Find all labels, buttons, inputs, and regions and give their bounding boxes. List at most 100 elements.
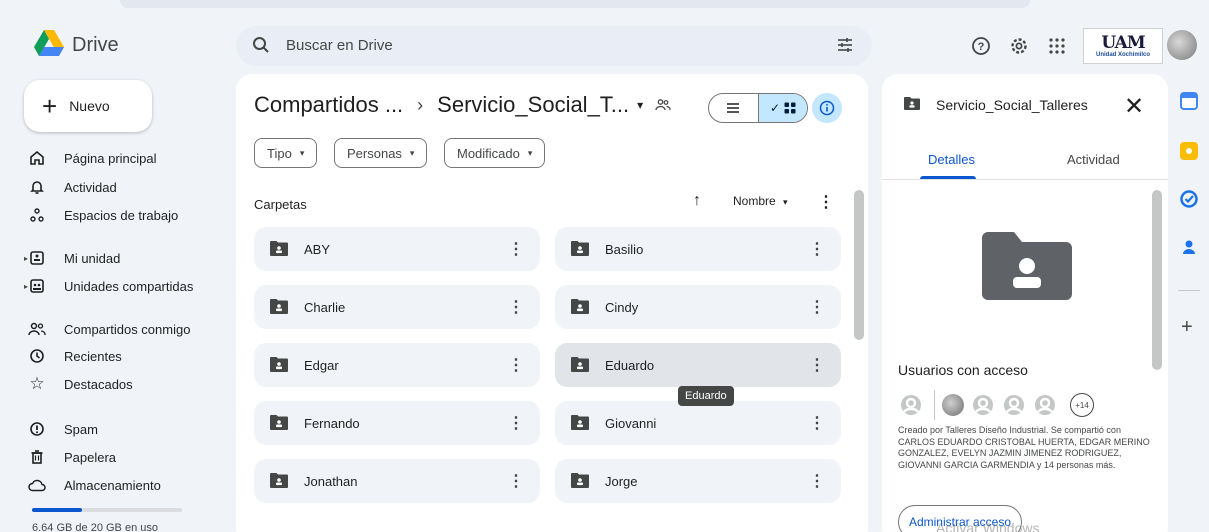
more-options-icon[interactable]: ⋮ [809, 297, 825, 317]
more-options-icon[interactable]: ⋮ [809, 413, 825, 433]
sidebar-item-my-drive[interactable]: Mi unidad [24, 244, 224, 272]
more-users-badge[interactable]: +14 [1070, 393, 1094, 417]
apps-grid-icon[interactable] [1045, 34, 1069, 58]
organization-logo[interactable]: UAM Unidad Xochimilco [1083, 28, 1163, 64]
shared-folder-icon [571, 414, 589, 433]
shared-folder-icon [571, 356, 589, 375]
sidebar-item-shared-with-me[interactable]: Compartidos conmigo [24, 315, 224, 343]
filter-modified-chip[interactable]: Modificado ▾ [444, 138, 546, 168]
more-options-icon[interactable]: ⋮ [508, 355, 524, 375]
folder-card[interactable]: Cindy ⋮ [555, 285, 841, 329]
calendar-icon[interactable] [1180, 92, 1198, 110]
sidebar-item-storage[interactable]: Almacenamiento [24, 471, 224, 499]
folder-name: Charlie [304, 299, 346, 315]
sidebar-item-label: Destacados [64, 376, 133, 392]
dropdown-caret-icon[interactable]: ▾ [637, 98, 643, 112]
new-button[interactable]: + Nuevo [24, 80, 152, 132]
search-input[interactable]: Buscar en Drive [286, 37, 393, 54]
more-options-icon[interactable]: ⋮ [809, 239, 825, 259]
sort-direction-arrow-icon[interactable]: ↑ [693, 192, 701, 210]
view-toggle[interactable]: ✓ [708, 93, 808, 123]
folder-card[interactable]: Jorge ⋮ [555, 459, 841, 503]
sidebar-item-trash[interactable]: Papelera [24, 443, 224, 471]
folder-card[interactable]: Fernando ⋮ [254, 401, 540, 445]
user-avatar[interactable] [942, 394, 964, 416]
filter-type-chip[interactable]: Tipo ▾ [254, 138, 318, 168]
settings-gear-icon[interactable] [1007, 34, 1031, 58]
sharing-description: Creado por Talleres Diseño Industrial. S… [898, 425, 1150, 470]
folder-card[interactable]: Giovanni ⋮ [555, 401, 841, 445]
home-icon [24, 150, 50, 166]
more-options-icon[interactable]: ⋮ [508, 471, 524, 491]
chevron-right-icon: › [417, 94, 424, 115]
grid-view-button[interactable]: ✓ [757, 94, 807, 122]
chip-label: Personas [347, 145, 402, 161]
close-icon[interactable]: ✕ [1124, 92, 1144, 121]
sidebar-item-label: Mi unidad [64, 250, 121, 266]
search-icon[interactable] [252, 36, 270, 59]
help-icon[interactable]: ? [969, 34, 993, 58]
sidebar-item-starred[interactable]: ☆ Destacados [24, 370, 224, 398]
more-options-icon[interactable]: ⋮ [508, 239, 524, 259]
user-avatar[interactable] [972, 394, 994, 416]
folder-card[interactable]: Edgar ⋮ [254, 343, 540, 387]
plus-icon: + [42, 90, 58, 121]
folder-name: Jonathan [304, 473, 358, 489]
details-scrollbar[interactable] [1152, 190, 1162, 370]
storage-usage-text: 6.64 GB de 20 GB en uso [32, 522, 158, 532]
breadcrumb-current[interactable]: Servicio_Social_T... [437, 92, 629, 118]
add-addon-plus-icon[interactable]: + [1181, 316, 1193, 339]
tab-details[interactable]: Detalles [928, 152, 975, 167]
breadcrumb-root[interactable]: Compartidos ... [254, 92, 403, 118]
sidebar-item-recent[interactable]: Recientes [24, 342, 224, 370]
sidebar-item-label: Página principal [64, 150, 157, 166]
shared-folder-icon [270, 472, 288, 491]
more-options-icon[interactable]: ⋮ [508, 413, 524, 433]
folder-name: Jorge [605, 473, 638, 489]
tasks-icon[interactable] [1180, 190, 1198, 208]
search-options-icon[interactable] [836, 36, 854, 59]
filter-people-chip[interactable]: Personas ▾ [334, 138, 428, 168]
folder-name: Edgar [304, 357, 339, 373]
main-scrollbar[interactable] [854, 190, 864, 340]
sidebar-item-home[interactable]: Página principal [24, 144, 224, 172]
grid-icon [784, 102, 796, 114]
folder-card[interactable]: Eduardo ⋮ [555, 343, 841, 387]
folder-name: Cindy [605, 299, 639, 315]
folder-name: Giovanni [605, 415, 657, 431]
search-bar[interactable]: Buscar en Drive [236, 26, 872, 66]
sidebar-item-workspaces[interactable]: Espacios de trabajo [24, 201, 224, 229]
tab-activity[interactable]: Actividad [1067, 152, 1120, 167]
folder-card[interactable]: Jonathan ⋮ [254, 459, 540, 503]
folder-card[interactable]: Basilio ⋮ [555, 227, 841, 271]
user-avatar[interactable] [1003, 394, 1025, 416]
org-logo-subtitle: Unidad Xochimilco [1095, 51, 1150, 58]
drive-logo-icon[interactable] [34, 30, 64, 58]
sidebar-item-activity[interactable]: Actividad [24, 173, 224, 201]
user-avatar[interactable] [1034, 394, 1056, 416]
more-options-icon[interactable]: ⋮ [818, 192, 834, 212]
sidebar-item-spam[interactable]: Spam [24, 415, 224, 443]
access-section-title: Usuarios con acceso [898, 362, 1028, 378]
more-options-icon[interactable]: ⋮ [809, 471, 825, 491]
owner-divider [934, 390, 935, 420]
details-title: Servicio_Social_Talleres [936, 97, 1088, 113]
more-options-icon[interactable]: ⋮ [809, 355, 825, 375]
app-brand[interactable]: Drive [72, 34, 119, 57]
user-avatar[interactable] [900, 394, 922, 416]
folder-card[interactable]: Charlie ⋮ [254, 285, 540, 329]
list-icon [727, 103, 740, 113]
chip-label: Tipo [267, 145, 292, 161]
tabs-divider [882, 179, 1168, 180]
browser-top-strip [120, 0, 1030, 8]
info-button[interactable] [812, 93, 842, 123]
folder-card[interactable]: ABY ⋮ [254, 227, 540, 271]
keep-icon[interactable] [1180, 142, 1198, 160]
account-avatar[interactable] [1167, 30, 1197, 60]
sort-by-dropdown[interactable]: Nombre ▾ [733, 194, 788, 208]
more-options-icon[interactable]: ⋮ [508, 297, 524, 317]
contacts-icon[interactable] [1180, 238, 1198, 256]
list-view-button[interactable] [709, 94, 758, 122]
sidebar-item-shared-drives[interactable]: Unidades compartidas [24, 272, 224, 300]
dropdown-caret-icon: ▾ [409, 147, 415, 158]
